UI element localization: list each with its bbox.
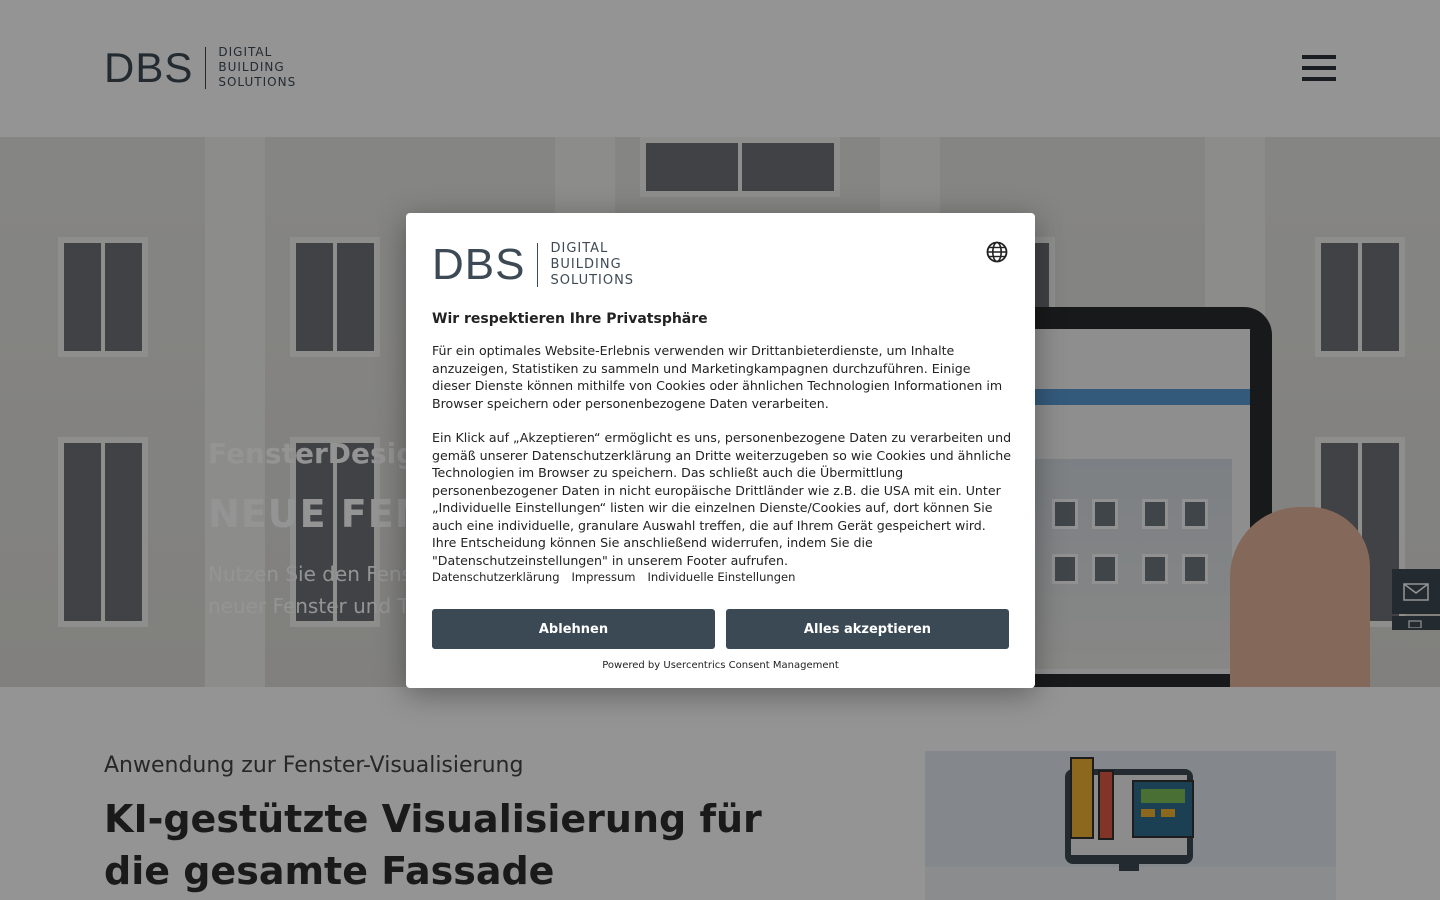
modal-logo: DBS DIGITAL BUILDING SOLUTIONS	[432, 241, 634, 289]
logo-divider	[537, 243, 539, 287]
logo-words: DIGITAL BUILDING SOLUTIONS	[550, 241, 634, 289]
cookie-consent-dialog: DBS DIGITAL BUILDING SOLUTIONS Wir respe…	[406, 213, 1035, 688]
decline-button[interactable]: Ablehnen	[432, 609, 715, 649]
dialog-paragraph: Ein Klick auf „Akzeptieren“ ermöglicht e…	[432, 430, 1012, 568]
dialog-links: Datenschutzerklärung Impressum Individue…	[432, 570, 795, 584]
logo-word: DIGITAL	[550, 241, 609, 256]
dialog-title: Wir respektieren Ihre Privatsphäre	[432, 311, 708, 327]
individual-settings-link[interactable]: Individuelle Einstellungen	[647, 570, 795, 584]
privacy-policy-link[interactable]: Datenschutzerklärung	[432, 570, 560, 584]
logo-word: BUILDING	[550, 257, 622, 272]
dialog-paragraph: Für ein optimales Website-Erlebnis verwe…	[432, 343, 1003, 411]
logo-word: SOLUTIONS	[550, 273, 635, 288]
powered-by-text: Powered by Usercentrics Consent Manageme…	[602, 660, 839, 671]
accept-all-button[interactable]: Alles akzeptieren	[726, 609, 1009, 649]
imprint-link[interactable]: Impressum	[572, 570, 636, 584]
globe-icon[interactable]	[986, 241, 1008, 263]
logo-mark: DBS	[432, 240, 526, 289]
